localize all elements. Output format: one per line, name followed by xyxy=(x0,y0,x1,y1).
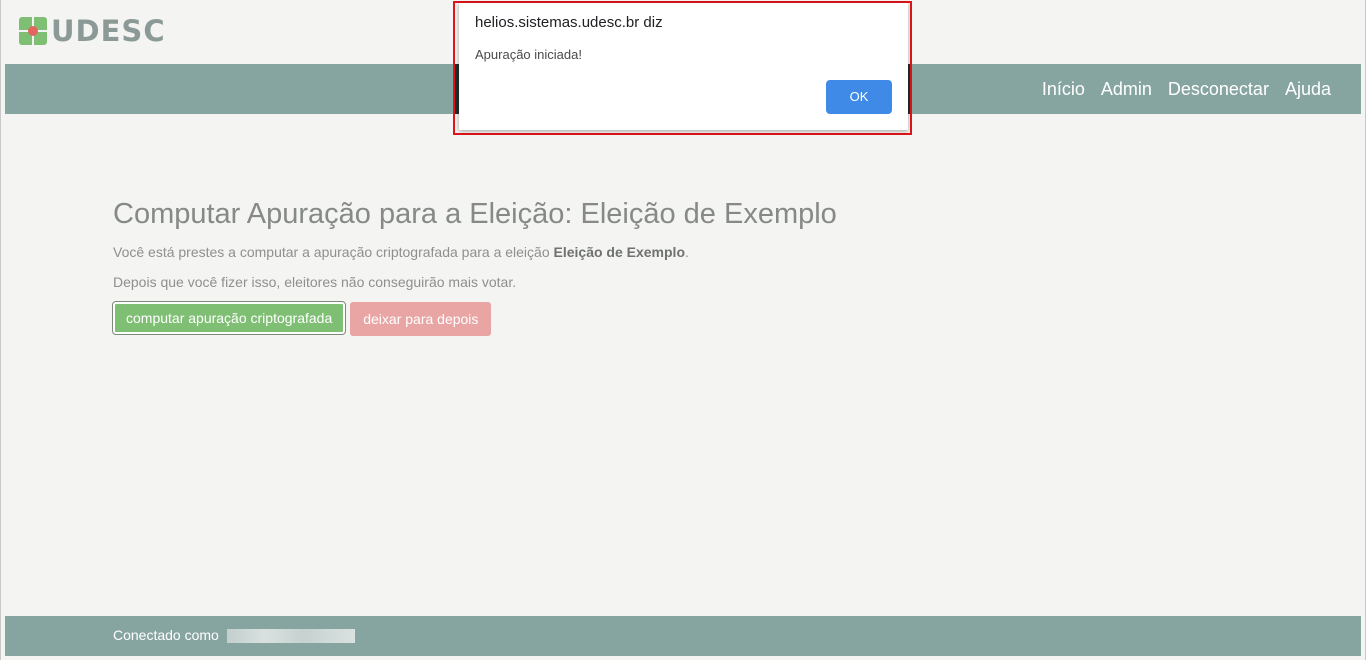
description-prefix: Você está prestes a computar a apuração … xyxy=(113,244,554,260)
dialog-ok-button[interactable]: OK xyxy=(826,80,892,114)
page-title: Computar Apuração para a Eleição: Eleiçã… xyxy=(113,198,837,230)
dialog-message: Apuração iniciada! xyxy=(475,47,582,62)
connected-as-label: Conectado como xyxy=(113,627,219,643)
warning-text: Depois que você fizer isso, eleitores nã… xyxy=(113,274,517,290)
nav-item-desconectar[interactable]: Desconectar xyxy=(1168,79,1269,100)
udesc-logo-icon xyxy=(19,17,47,45)
udesc-logo[interactable]: UDESC xyxy=(19,16,166,46)
description-suffix: . xyxy=(685,244,689,260)
nav-item-ajuda[interactable]: Ajuda xyxy=(1285,79,1331,100)
footer: Conectado como xyxy=(5,616,1361,656)
description: Você está prestes a computar a apuração … xyxy=(113,242,1213,262)
alert-dialog: helios.sistemas.udesc.br diz Apuração in… xyxy=(459,3,908,130)
compute-tally-button[interactable]: computar apuração criptografada xyxy=(111,301,347,335)
action-buttons: computar apuração criptografada deixar p… xyxy=(111,301,1213,336)
redacted-username xyxy=(227,629,355,643)
dialog-title: helios.sistemas.udesc.br diz xyxy=(475,14,663,31)
logo-text: UDESC xyxy=(51,14,166,48)
main-content: Computar Apuração para a Eleição: Eleiçã… xyxy=(111,196,1213,336)
nav-links: Início Admin Desconectar Ajuda xyxy=(1042,64,1331,114)
nav-item-inicio[interactable]: Início xyxy=(1042,79,1085,100)
nav-item-admin[interactable]: Admin xyxy=(1101,79,1152,100)
later-button[interactable]: deixar para depois xyxy=(350,302,492,336)
election-name: Eleição de Exemplo xyxy=(553,244,686,260)
